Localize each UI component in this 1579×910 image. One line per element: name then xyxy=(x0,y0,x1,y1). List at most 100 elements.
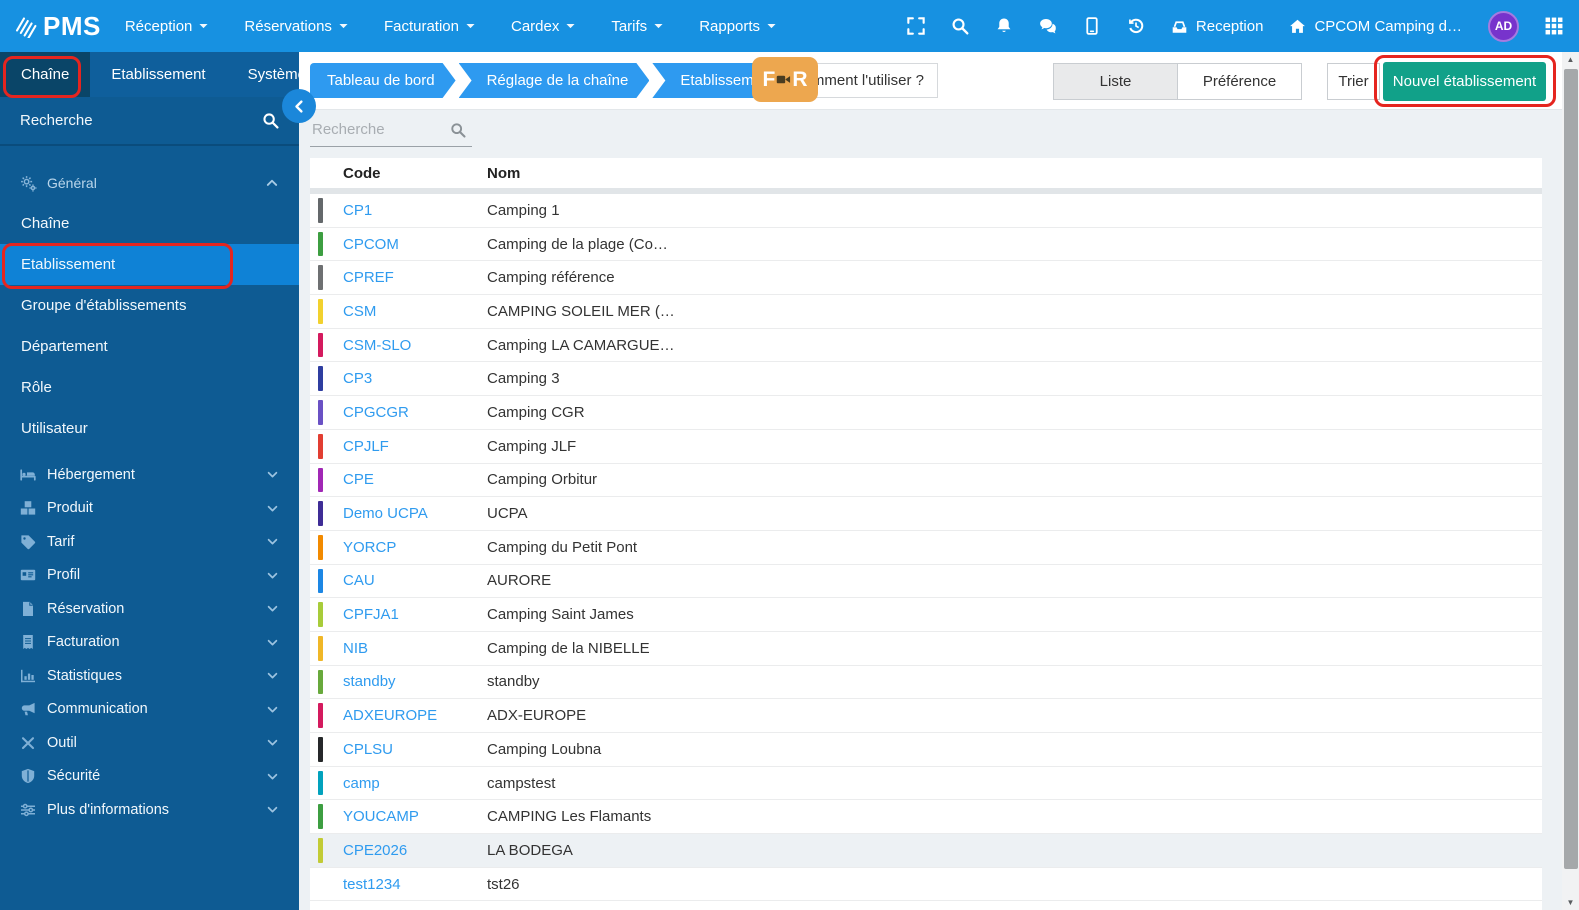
breadcrumb-item-reglage-de-la-chaine[interactable]: Réglage de la chaîne xyxy=(459,63,650,98)
sidebar-item-role[interactable]: Rôle xyxy=(0,367,299,408)
sidebar-item-etablissement[interactable]: Etablissement xyxy=(0,244,299,285)
row-code-link[interactable]: CP3 xyxy=(343,370,487,387)
table-row[interactable]: CP3 Camping 3 xyxy=(310,362,1542,397)
row-code-link[interactable]: CAU xyxy=(343,572,487,589)
row-code-link[interactable]: Demo UCPA xyxy=(343,505,487,522)
scroll-down-arrow[interactable]: ▼ xyxy=(1562,895,1579,910)
row-code-link[interactable]: CSM-SLO xyxy=(343,337,487,354)
row-code-link[interactable]: NIB xyxy=(343,640,487,657)
table-row[interactable]: CSM CAMPING SOLEIL MER (… xyxy=(310,295,1542,329)
sidebar-section-reservation[interactable]: Réservation xyxy=(0,592,299,626)
row-name: Camping du Petit Pont xyxy=(487,538,638,556)
table-row[interactable]: Demo UCPA UCPA xyxy=(310,497,1542,531)
sidebar-section-outil[interactable]: Outil xyxy=(0,726,299,760)
preference-button[interactable]: Préférence xyxy=(1177,63,1302,100)
row-code-link[interactable]: ADXEUROPE xyxy=(343,707,487,724)
current-property-button[interactable]: CPCOM Camping d… xyxy=(1289,18,1462,35)
sidebar-collapse-button[interactable] xyxy=(282,89,316,123)
table-row[interactable]: YOUCAMP CAMPING Les Flamants xyxy=(310,800,1542,835)
scrollbar-thumb[interactable] xyxy=(1563,69,1578,869)
pms-logo[interactable]: PMS xyxy=(0,11,125,42)
tab-etablissement[interactable]: Etablissement xyxy=(90,52,226,97)
table-row[interactable]: camp campstest xyxy=(310,767,1542,801)
sidebar-section-tarif[interactable]: Tarif xyxy=(0,525,299,559)
row-code-link[interactable]: YORCP xyxy=(343,539,487,556)
sidebar-section-plus-d-informations[interactable]: Plus d'informations xyxy=(0,793,299,827)
sidebar-item-departement[interactable]: Département xyxy=(0,326,299,367)
sidebar-item-groupe-d-etablissements[interactable]: Groupe d'établissements xyxy=(0,285,299,326)
table-row[interactable]: CP1 Camping 1 xyxy=(310,194,1542,228)
table-row[interactable]: CAU AURORE xyxy=(310,565,1542,599)
sidebar-item-chaine[interactable]: Chaîne xyxy=(0,203,299,244)
tab-systeme[interactable]: Système xyxy=(227,52,327,97)
table-row[interactable]: CPREF Camping référence xyxy=(310,261,1542,296)
sidebar-section-profil[interactable]: Profil xyxy=(0,559,299,593)
reception-drawer-button[interactable]: Reception xyxy=(1171,18,1263,35)
menu-reservations[interactable]: Réservations xyxy=(244,18,348,35)
avatar[interactable]: AD xyxy=(1488,10,1519,42)
table-row[interactable]: standby standby xyxy=(310,666,1542,700)
top-navbar: PMS Réception Réservations Facturation Card… xyxy=(0,0,1579,52)
chat-icon[interactable] xyxy=(1039,17,1057,35)
sidebar-search[interactable]: Recherche xyxy=(0,97,299,146)
table-row[interactable]: CPE Camping Orbitur xyxy=(310,464,1542,498)
list-search-input[interactable] xyxy=(310,120,444,139)
scroll-up-arrow[interactable]: ▲ xyxy=(1562,52,1579,67)
table-row[interactable]: YORCP Camping du Petit Pont xyxy=(310,531,1542,565)
vertical-scrollbar[interactable]: ▲ ▼ xyxy=(1562,52,1579,910)
table-row[interactable]: test1234 tst26 xyxy=(310,868,1542,902)
sidebar-section-facturation[interactable]: Facturation xyxy=(0,626,299,660)
chevron-down-icon xyxy=(266,736,279,749)
row-code-link[interactable]: CPJLF xyxy=(343,438,487,455)
row-code-link[interactable]: CPLSU xyxy=(343,741,487,758)
row-code-link[interactable]: CP1 xyxy=(343,202,487,219)
sidebar-section-statistiques[interactable]: Statistiques xyxy=(0,659,299,693)
row-code-link[interactable]: YOUCAMP xyxy=(343,808,487,825)
search-icon[interactable] xyxy=(951,17,969,35)
menu-facturation[interactable]: Facturation xyxy=(384,18,475,35)
table-row[interactable]: NIB Camping de la NIBELLE xyxy=(310,632,1542,666)
row-code-link[interactable]: standby xyxy=(343,673,487,690)
trier-button[interactable]: Trier xyxy=(1327,63,1380,100)
table-row[interactable]: CPFJA1 Camping Saint James xyxy=(310,598,1542,632)
history-icon[interactable] xyxy=(1127,17,1145,35)
menu-reception[interactable]: Réception xyxy=(125,18,209,35)
sidebar-section-securite[interactable]: Sécurité xyxy=(0,760,299,794)
tablet-icon[interactable] xyxy=(1083,17,1101,35)
menu-rapports[interactable]: Rapports xyxy=(699,18,776,35)
table-row[interactable]: ADXEUROPE ADX-EUROPE xyxy=(310,699,1542,733)
fr-video-badge[interactable]: FR xyxy=(752,57,818,102)
menu-tarifs[interactable]: Tarifs xyxy=(611,18,663,35)
liste-button[interactable]: Liste xyxy=(1053,63,1178,100)
tab-chaine[interactable]: Chaîne xyxy=(0,52,91,97)
table-row[interactable]: CPJLF Camping JLF xyxy=(310,430,1542,464)
breadcrumb-item-tableau-de-bord[interactable]: Tableau de bord xyxy=(310,63,456,98)
table-row[interactable]: CPCOM Camping de la plage (Co… xyxy=(310,228,1542,262)
table-row[interactable]: CPLSU Camping Loubna xyxy=(310,733,1542,767)
sidebar-item-utilisateur[interactable]: Utilisateur xyxy=(0,408,299,449)
row-code-link[interactable]: CPE2026 xyxy=(343,842,487,859)
table-row[interactable]: CPGCGR Camping CGR xyxy=(310,396,1542,430)
row-code-link[interactable]: CPREF xyxy=(343,269,487,286)
apps-grid-icon[interactable] xyxy=(1545,17,1563,35)
fullscreen-icon[interactable] xyxy=(907,17,925,35)
row-code-link[interactable]: CSM xyxy=(343,303,487,320)
nouvel-etablissement-button[interactable]: Nouvel établissement xyxy=(1383,62,1546,101)
row-code-link[interactable]: camp xyxy=(343,775,487,792)
row-code-link[interactable]: CPE xyxy=(343,471,487,488)
table-row[interactable]: CSM-SLO Camping LA CAMARGUE… xyxy=(310,329,1542,363)
row-code-link[interactable]: test1234 xyxy=(343,876,487,893)
bell-icon[interactable] xyxy=(995,17,1013,35)
sidebar-section-hebergement[interactable]: Hébergement xyxy=(0,458,299,492)
search-icon[interactable] xyxy=(450,122,466,138)
row-code-link[interactable]: CPCOM xyxy=(343,236,487,253)
table-row[interactable]: CPE2026 LA BODEGA xyxy=(310,834,1542,868)
menu-cardex[interactable]: Cardex xyxy=(511,18,575,35)
sidebar-section-communication[interactable]: Communication xyxy=(0,693,299,727)
row-code-link[interactable]: CPFJA1 xyxy=(343,606,487,623)
sidebar-section-produit[interactable]: Produit xyxy=(0,492,299,526)
section-label: Facturation xyxy=(47,634,120,651)
sidebar-section-general[interactable]: Général xyxy=(0,163,299,203)
row-code-link[interactable]: CPGCGR xyxy=(343,404,487,421)
row-color-bar xyxy=(318,635,323,661)
